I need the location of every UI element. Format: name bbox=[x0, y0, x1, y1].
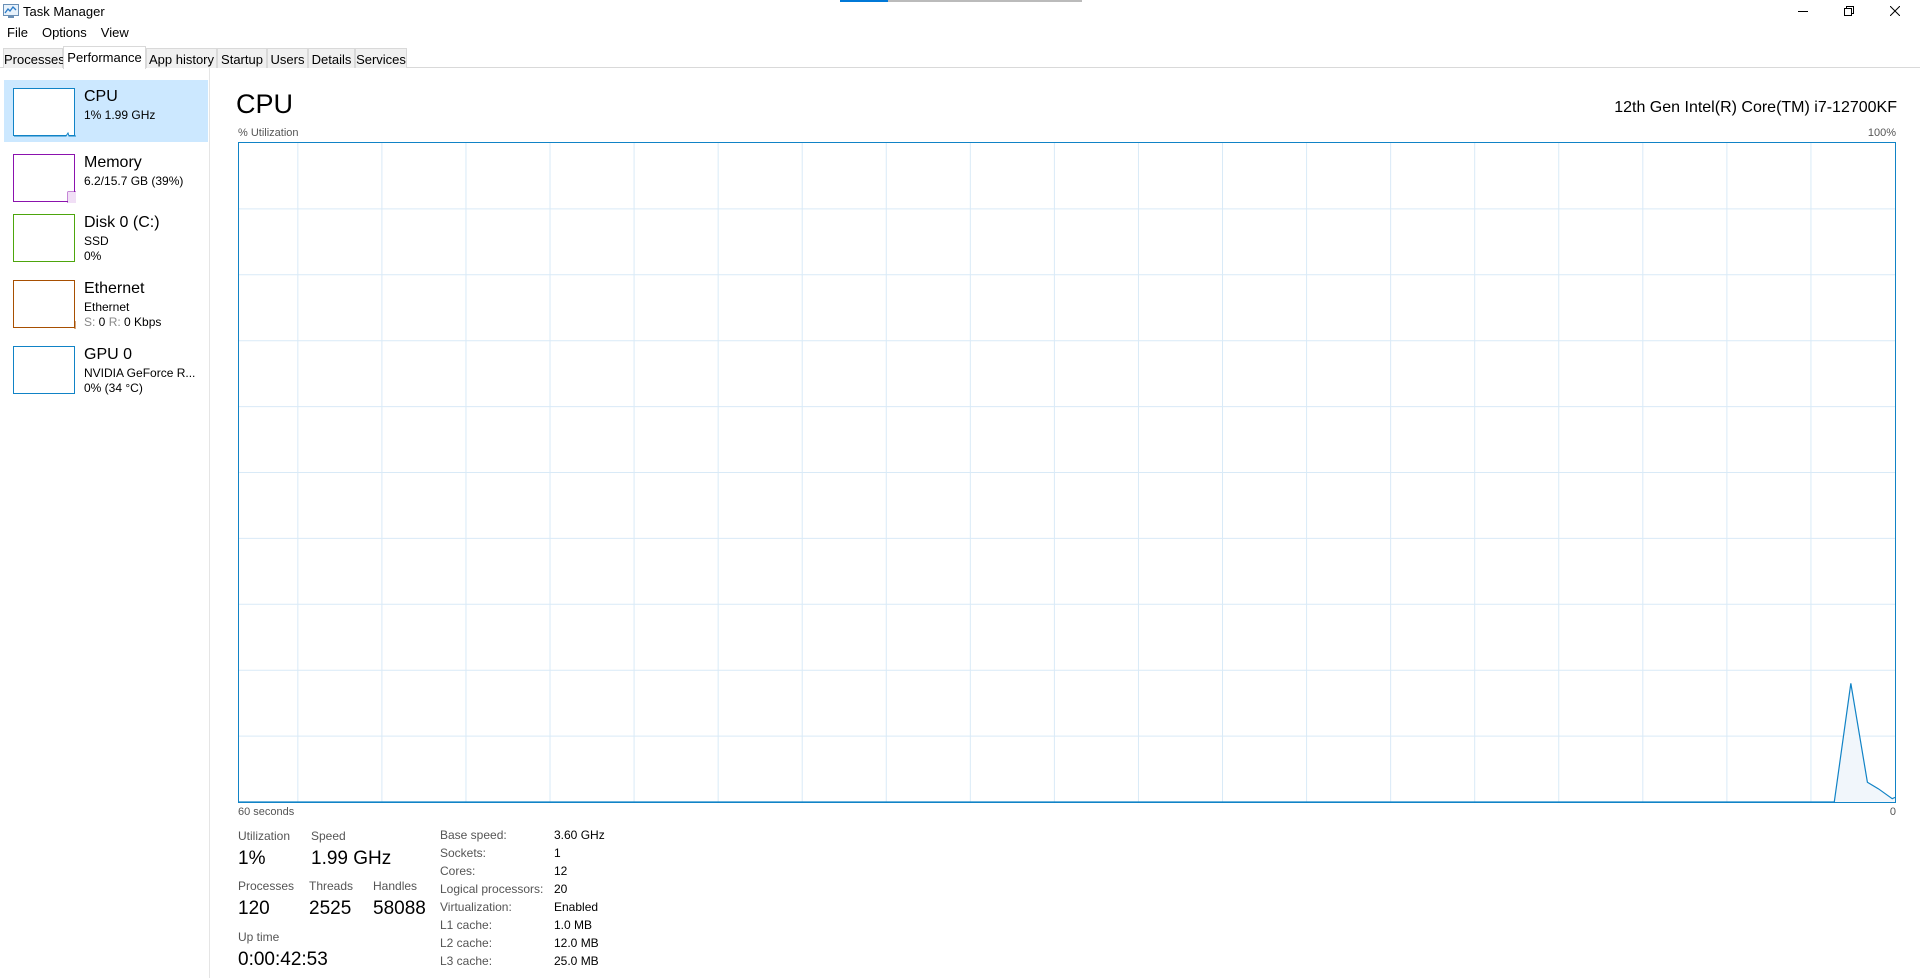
minimize-button[interactable] bbox=[1780, 0, 1826, 22]
y-axis-label: % Utilization bbox=[238, 127, 299, 139]
logical-processors-value: 20 bbox=[554, 882, 568, 896]
sidebar-item-label: CPU bbox=[84, 88, 118, 105]
handles-label: Handles bbox=[373, 879, 418, 893]
restore-icon bbox=[1844, 6, 1854, 16]
l2-cache-value: 12.0 MB bbox=[554, 936, 599, 950]
threads-label: Threads bbox=[309, 879, 354, 893]
close-icon bbox=[1890, 6, 1900, 16]
sidebar-item-disk[interactable]: Disk 0 (C:) SSD 0% bbox=[4, 206, 208, 268]
sidebar-item-detail: 6.2/15.7 GB (39%) bbox=[84, 174, 184, 188]
handles-value: 58088 bbox=[373, 898, 426, 919]
sidebar-item-gpu[interactable]: GPU 0 NVIDIA GeForce R... 0% (34 °C) bbox=[4, 338, 208, 400]
cores-label: Cores: bbox=[440, 864, 476, 878]
page-title: CPU bbox=[236, 89, 294, 119]
tab-app-history[interactable]: App history bbox=[146, 48, 217, 68]
sidebar-item-detail: 0% (34 °C) bbox=[84, 381, 143, 395]
sidebar-item-detail: NVIDIA GeForce R... bbox=[84, 366, 196, 380]
utilization-label: Utilization bbox=[238, 829, 291, 843]
tab-startup[interactable]: Startup bbox=[217, 48, 267, 68]
sidebar-item-detail: 0% bbox=[84, 249, 102, 263]
disk-thumbnail-graph bbox=[13, 214, 75, 262]
sidebar-item-label: Memory bbox=[84, 154, 142, 171]
sidebar-item-detail: Ethernet bbox=[84, 300, 130, 314]
logical-processors-label: Logical processors: bbox=[440, 882, 544, 896]
processes-label: Processes bbox=[238, 879, 295, 893]
resource-sidebar: CPU 1% 1.99 GHz Memory 6.2/15.7 GB (39%)… bbox=[0, 68, 210, 978]
gpu-thumbnail-graph bbox=[13, 346, 75, 394]
sidebar-item-memory[interactable]: Memory 6.2/15.7 GB (39%) bbox=[4, 146, 208, 208]
menu-view[interactable]: View bbox=[94, 22, 136, 42]
sidebar-item-label: Disk 0 (C:) bbox=[84, 214, 160, 231]
tab-services[interactable]: Services bbox=[355, 48, 407, 68]
sidebar-item-ethernet[interactable]: Ethernet Ethernet S: 0 R: 0 Kbps bbox=[4, 272, 208, 334]
cpu-thumbnail-graph bbox=[13, 88, 76, 137]
ethernet-thumbnail-graph bbox=[13, 280, 76, 329]
l3-cache-label: L3 cache: bbox=[440, 954, 493, 968]
virtualization-label: Virtualization: bbox=[440, 900, 512, 914]
uptime-value: 0:00:42:53 bbox=[238, 949, 328, 970]
utilization-value: 1% bbox=[238, 848, 266, 869]
tab-bar: Processes Performance App history Startu… bbox=[0, 46, 1920, 69]
sidebar-item-detail: SSD bbox=[84, 234, 109, 248]
sockets-value: 1 bbox=[554, 846, 561, 860]
close-button[interactable] bbox=[1872, 0, 1918, 22]
send-label: S: bbox=[84, 315, 96, 329]
threads-value: 2525 bbox=[309, 898, 352, 919]
title-bar: Task Manager bbox=[0, 0, 1920, 22]
receive-value: 0 Kbps bbox=[120, 315, 162, 329]
virtualization-value: Enabled bbox=[554, 900, 599, 914]
minimize-icon bbox=[1798, 11, 1808, 12]
tab-users[interactable]: Users bbox=[267, 48, 308, 68]
processes-value: 120 bbox=[238, 898, 270, 919]
cores-value: 12 bbox=[554, 864, 568, 878]
ethernet-throughput: S: 0 R: 0 Kbps bbox=[84, 315, 161, 329]
l2-cache-label: L2 cache: bbox=[440, 936, 493, 950]
sidebar-item-cpu[interactable]: CPU 1% 1.99 GHz bbox=[4, 80, 208, 142]
speed-label: Speed bbox=[311, 829, 346, 843]
tab-details[interactable]: Details bbox=[308, 48, 355, 68]
menu-file[interactable]: File bbox=[0, 22, 35, 42]
send-value: 0 bbox=[95, 315, 109, 329]
title-accent-bar bbox=[840, 0, 1082, 2]
sidebar-item-label: Ethernet bbox=[84, 280, 145, 297]
menu-bar: File Options View bbox=[0, 22, 136, 42]
memory-thumbnail-graph bbox=[13, 154, 76, 203]
utilization-line bbox=[239, 683, 1895, 802]
window-title: Task Manager bbox=[23, 4, 105, 19]
task-manager-icon bbox=[3, 4, 19, 18]
y-axis-min-label: 0 bbox=[1889, 806, 1896, 818]
cpu-utilization-graph bbox=[238, 142, 1896, 803]
receive-label: R: bbox=[108, 315, 121, 329]
base-speed-value: 3.60 GHz bbox=[554, 828, 605, 842]
base-speed-label: Base speed: bbox=[440, 828, 507, 842]
l1-cache-label: L1 cache: bbox=[440, 918, 493, 932]
speed-value: 1.99 GHz bbox=[311, 848, 392, 869]
cpu-model-name: 12th Gen Intel(R) Core(TM) i7-12700KF bbox=[1614, 99, 1897, 116]
l3-cache-value: 25.0 MB bbox=[554, 954, 599, 968]
restore-button[interactable] bbox=[1826, 0, 1872, 22]
uptime-label: Up time bbox=[238, 930, 280, 944]
l1-cache-value: 1.0 MB bbox=[554, 918, 593, 932]
menu-options[interactable]: Options bbox=[35, 22, 94, 42]
x-axis-label: 60 seconds bbox=[238, 806, 295, 818]
tab-processes[interactable]: Processes bbox=[3, 48, 65, 68]
tab-performance[interactable]: Performance bbox=[63, 46, 146, 69]
sidebar-item-detail: 1% 1.99 GHz bbox=[84, 108, 156, 122]
utilization-area bbox=[239, 683, 1895, 802]
y-axis-max-label: 100% bbox=[1867, 127, 1896, 139]
sockets-label: Sockets: bbox=[440, 846, 487, 860]
sidebar-item-label: GPU 0 bbox=[84, 346, 133, 363]
cpu-graph-canvas bbox=[239, 143, 1895, 802]
